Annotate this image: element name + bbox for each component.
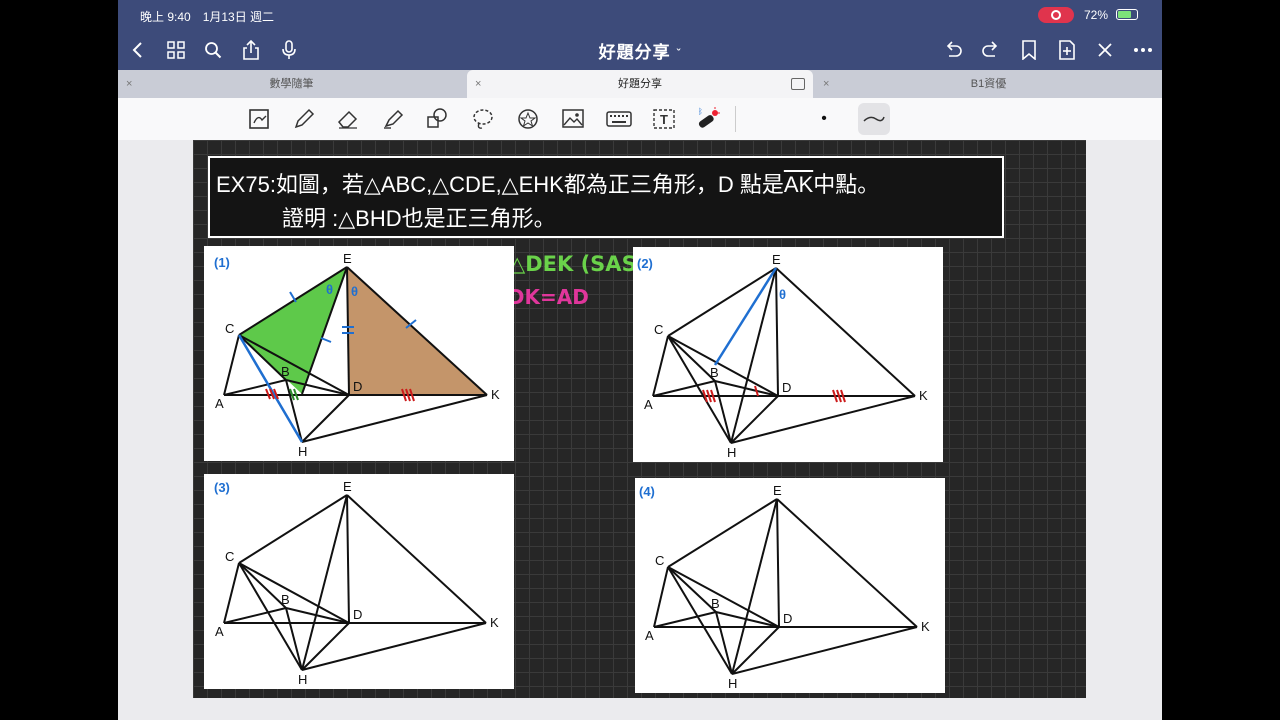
label-d: D [783, 611, 792, 626]
dot-size-icon[interactable]: • [810, 106, 838, 132]
problem-text-suffix: 中點。 [813, 172, 880, 197]
label-e: E [343, 251, 352, 266]
problem-line-1: EX75:如圖，若△ABC,△CDE,△EHK都為正三角形，D 點是AK中點。 [216, 167, 879, 199]
label-e: E [772, 252, 781, 267]
label-d: D [353, 379, 362, 394]
highlighter-icon[interactable] [379, 106, 407, 132]
label-a: A [215, 396, 224, 411]
figure-tag: (2) [637, 256, 653, 271]
close-editor-icon[interactable] [1093, 38, 1117, 62]
figure-tag: (1) [214, 255, 230, 270]
label-h: H [727, 445, 736, 460]
label-c: C [225, 549, 234, 564]
label-e: E [343, 479, 352, 494]
label-k: K [490, 615, 499, 630]
screen-recording-icon[interactable] [1038, 7, 1074, 23]
eraser-icon[interactable] [334, 106, 362, 132]
tab-label: B1資優 [970, 78, 1007, 90]
label-b: B [710, 365, 719, 380]
angle-theta: θ [351, 284, 358, 299]
lasso-select-icon[interactable] [246, 106, 274, 132]
keyboard-icon[interactable] [605, 106, 633, 132]
document-title[interactable]: 好題分享 ˇ [118, 38, 1162, 63]
angle-theta: θ [779, 287, 786, 302]
label-k: K [491, 387, 500, 402]
note-page[interactable]: EX75:如圖，若△ABC,△CDE,△EHK都為正三角形，D 點是AK中點。 … [193, 140, 1086, 698]
pen-icon[interactable] [290, 106, 318, 132]
figure-tag: (3) [214, 480, 230, 495]
svg-text:T: T [660, 112, 668, 127]
tab-good-problems[interactable]: × 好題分享 [467, 70, 813, 98]
ipad-screen: 晚上 9:40 1月13日 週二 72% 好題分享 ˇ × 數學隨筆 × 好題分… [118, 0, 1162, 720]
more-options-icon[interactable] [1131, 38, 1155, 62]
label-h: H [728, 676, 737, 691]
label-a: A [644, 397, 653, 412]
status-time: 晚上 9:40 1月13日 週二 [140, 10, 275, 24]
label-c: C [654, 322, 663, 337]
label-c: C [655, 553, 664, 568]
shapes-icon[interactable] [423, 106, 451, 132]
label-b: B [711, 596, 720, 611]
bookmark-icon[interactable] [1017, 38, 1041, 62]
battery-level-fill [1118, 11, 1131, 18]
tab-close-icon[interactable]: × [475, 70, 481, 98]
image-icon[interactable] [559, 106, 587, 132]
segment-ak: AK [783, 172, 814, 197]
label-k: K [921, 619, 930, 634]
canvas-area[interactable]: EX75:如圖，若△ABC,△CDE,△EHK都為正三角形，D 點是AK中點。 … [118, 140, 1162, 720]
document-title-text: 好題分享 [598, 43, 671, 62]
tab-close-icon[interactable]: × [126, 70, 132, 98]
tab-label: 數學隨筆 [269, 78, 314, 90]
tab-b1-gifted[interactable]: × B1資優 [815, 70, 1162, 98]
label-d: D [782, 380, 791, 395]
label-k: K [919, 388, 928, 403]
tab-label: 好題分享 [618, 78, 662, 90]
problem-text: EX75:如圖，若△ABC,△CDE,△EHK都為正三角形，D 點是 [216, 172, 784, 197]
label-b: B [281, 364, 290, 379]
figure-4: (4) E C B D A K H [635, 478, 945, 693]
battery-percent: 72% [1084, 8, 1109, 22]
sticker-icon[interactable] [514, 106, 542, 132]
split-view-icon[interactable] [791, 78, 805, 90]
add-page-icon[interactable] [1055, 38, 1079, 62]
label-h: H [298, 444, 307, 459]
angle-theta: θ [326, 282, 333, 297]
lasso-icon[interactable] [469, 106, 497, 132]
label-c: C [225, 321, 234, 336]
label-h: H [298, 672, 307, 687]
tab-bar: × 數學隨筆 × 好題分享 × B1資優 [118, 70, 1162, 98]
navigation-bar: 好題分享 ˇ [118, 30, 1162, 70]
tab-close-icon[interactable]: × [823, 70, 829, 98]
label-a: A [645, 628, 654, 643]
drawing-toolbar: T ᛒ • [118, 98, 1162, 141]
label-e: E [773, 483, 782, 498]
stroke-style-icon[interactable] [858, 103, 890, 135]
problem-box: EX75:如圖，若△ABC,△CDE,△EHK都為正三角形，D 點是AK中點。 … [208, 156, 1004, 238]
status-bar: 晚上 9:40 1月13日 週二 72% [118, 0, 1162, 30]
label-a: A [215, 624, 224, 639]
figure-tag: (4) [639, 484, 655, 499]
svg-text:ᛒ: ᛒ [698, 107, 703, 116]
figure-3: (3) E C B D A K H [204, 474, 514, 689]
text-icon[interactable]: T [650, 106, 678, 132]
figure-2: (2) E C B D A K H θ [633, 247, 943, 462]
redo-icon[interactable] [979, 38, 1003, 62]
chevron-down-icon: ˇ [676, 47, 682, 60]
figure-1: (1) E C B D A K H θ θ [204, 246, 514, 461]
battery-icon [1116, 9, 1138, 20]
problem-line-2: 證明 :△BHD也是正三角形。 [282, 206, 556, 231]
laser-pointer-icon[interactable]: ᛒ [694, 106, 722, 132]
label-b: B [281, 592, 290, 607]
toolbar-divider [735, 106, 736, 132]
tab-math-notes[interactable]: × 數學隨筆 [118, 70, 465, 98]
undo-icon[interactable] [941, 38, 965, 62]
label-d: D [353, 607, 362, 622]
